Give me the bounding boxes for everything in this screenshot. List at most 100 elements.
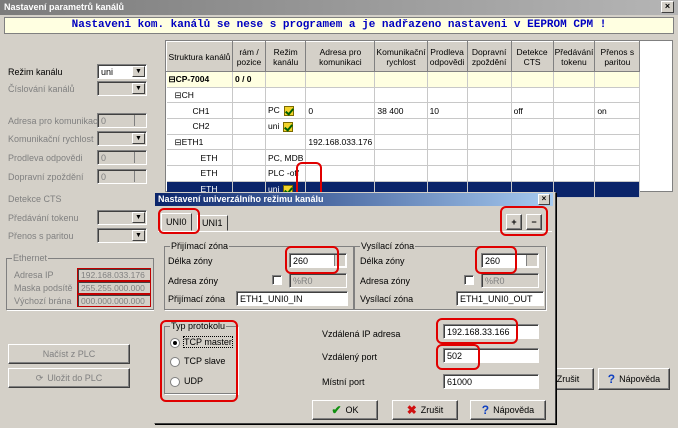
rx-adresa-checkbox[interactable]	[272, 275, 282, 285]
info-banner: Nastaveni kom. kanálů se nese s programe…	[4, 17, 674, 34]
tree-cell[interactable]: CH1	[166, 102, 233, 120]
ulozit-do-plc-button[interactable]: ⟳ Uložit do PLC	[8, 368, 130, 388]
remote-ip-label: Vzdálená IP adresa	[322, 329, 401, 339]
local-port-input[interactable]: 61000	[443, 374, 539, 389]
table-row[interactable]: ⊟CH	[166, 87, 641, 104]
rx-zona-input[interactable]: ETH1_UNI0_IN	[236, 291, 348, 306]
tree-cell[interactable]: ⊟ETH1	[166, 134, 233, 151]
table-row[interactable]: ⊟ETH1 192.168.033.176	[166, 134, 641, 151]
mode-cell[interactable]: PC	[265, 102, 307, 120]
kom-rychlost-select[interactable]: ▼	[97, 131, 147, 146]
check-icon[interactable]	[283, 121, 294, 132]
col-header-parita[interactable]: Přenos s paritou	[594, 41, 641, 72]
pos-cell: 0 / 0	[232, 71, 266, 88]
col-header-rezim[interactable]: Režim kanálu	[264, 41, 307, 72]
cell	[553, 165, 596, 182]
dialog-zrusit-button[interactable]: ✖ Zrušit	[392, 400, 458, 420]
close-icon: ✖	[406, 403, 417, 417]
tab-uni1[interactable]: UNI1	[197, 215, 228, 231]
cell	[374, 118, 428, 135]
tx-zona-label: Vysílací zóna	[360, 294, 414, 304]
tree-cell[interactable]: ⊟CP-7004	[166, 71, 233, 88]
cell	[232, 165, 266, 182]
cislovani-select[interactable]: ▼	[97, 81, 147, 96]
prodleva-input[interactable]: 0	[97, 150, 147, 165]
tree-cell[interactable]: ⊟CH	[166, 87, 233, 104]
spinner-icon[interactable]	[134, 152, 145, 163]
cell	[232, 134, 266, 151]
tree-cell[interactable]: CH2	[166, 118, 233, 135]
dialog-titlebar: Nastavení univerzálního režimu kanálu	[155, 193, 553, 206]
predavani-select[interactable]: ▼	[97, 210, 147, 225]
table-row[interactable]: CH2 uni	[166, 118, 641, 135]
brana-input[interactable]: 000.000.000.000	[77, 294, 151, 307]
ok-label: OK	[345, 405, 359, 415]
tx-adresa-input[interactable]: %R0	[481, 273, 539, 288]
tree-cell[interactable]: ETH	[166, 149, 233, 167]
col-header-pozice[interactable]: rám / pozice	[232, 41, 266, 72]
cts-cell: off	[511, 102, 554, 120]
spinner-icon[interactable]	[134, 171, 145, 182]
table-row[interactable]: ⊟CP-7004 0 / 0	[166, 71, 641, 88]
close-icon[interactable]: ×	[661, 1, 674, 13]
col-header-prodleva[interactable]: Prodleva odpovědi	[426, 41, 468, 72]
chevron-down-icon[interactable]: ▼	[132, 83, 145, 94]
dopravni-input[interactable]: 0	[97, 169, 147, 184]
rezim-kanalu-select[interactable]: uni ▼	[97, 64, 147, 79]
chevron-down-icon[interactable]: ▼	[132, 230, 145, 241]
rezim-kanalu-label: Režim kanálu	[8, 67, 63, 77]
adresa-ip-input[interactable]: 192.168.033.176	[77, 268, 151, 281]
cell	[427, 165, 468, 182]
dialog-close-icon[interactable]: ×	[538, 194, 550, 205]
cell	[511, 165, 554, 182]
col-header-struktura[interactable]: Struktura kanálů	[166, 41, 233, 72]
prenos-select[interactable]: ▼	[97, 228, 147, 243]
rych-cell: 38 400	[374, 102, 428, 120]
window-titlebar: Nastavení parametrů kanálů	[0, 0, 678, 15]
tx-adresa-checkbox[interactable]	[464, 275, 474, 285]
col-header-adresa[interactable]: Adresa pro komunikaci	[305, 41, 376, 72]
rezim-kanalu-value: uni	[101, 67, 114, 77]
cell	[427, 71, 468, 88]
cell	[553, 118, 596, 135]
cell	[374, 149, 428, 167]
main-napoveda-button[interactable]: ? Nápověda	[598, 368, 670, 390]
check-icon[interactable]	[283, 106, 294, 117]
mode-cell[interactable]: uni	[265, 118, 307, 135]
maska-input[interactable]: 255.255.000.000	[77, 281, 151, 294]
col-header-dopravni[interactable]: Dopravní zpoždění	[466, 41, 512, 72]
spinner-icon[interactable]	[134, 115, 145, 126]
col-header-cts[interactable]: Detekce CTS	[510, 41, 554, 72]
cell	[553, 149, 596, 167]
cislovani-label: Číslování kanálů	[8, 84, 75, 94]
table-row[interactable]: ETH PLC -off	[166, 165, 641, 182]
chevron-down-icon[interactable]: ▼	[132, 133, 145, 144]
tx-zona-input[interactable]: ETH1_UNI0_OUT	[456, 291, 544, 306]
chevron-down-icon[interactable]: ▼	[132, 66, 145, 77]
kom-rychlost-label: Komunikační rychlost	[8, 134, 94, 144]
tab-divider	[158, 231, 552, 232]
adresa-kom-input[interactable]: 0	[97, 113, 147, 128]
cell	[232, 102, 266, 120]
chevron-down-icon[interactable]: ▼	[132, 212, 145, 223]
tree-cell[interactable]: ETH	[166, 165, 233, 182]
dialog-napoveda-button[interactable]: ? Nápověda	[470, 400, 546, 420]
highlight-annotation	[158, 208, 200, 234]
dialog-ok-button[interactable]: ✔ OK	[312, 400, 378, 420]
cell	[553, 102, 596, 120]
nacist-z-plc-button[interactable]: Načíst z PLC	[8, 344, 130, 364]
tx-zone-title: Vysílací zóna	[360, 241, 416, 251]
adr-cell	[305, 71, 376, 88]
cell	[511, 87, 554, 104]
spinner-icon[interactable]	[526, 255, 537, 266]
table-row[interactable]: ETH PC, MDB	[166, 149, 641, 167]
zrusit-label: Zrušit	[420, 405, 444, 415]
local-port-label: Místní port	[322, 377, 365, 387]
table-row[interactable]: CH1 PC 0 38 400 10 off on	[166, 102, 641, 120]
channel-grid: Struktura kanálů rám / pozice Režim kaná…	[165, 40, 673, 198]
col-header-token[interactable]: Předávání tokenu	[552, 41, 596, 72]
col-header-rychlost[interactable]: Komunikační rychlost	[374, 41, 428, 72]
rx-adresa-input[interactable]: %R0	[289, 273, 347, 288]
highlight-annotation	[475, 246, 517, 274]
cell	[467, 134, 512, 151]
